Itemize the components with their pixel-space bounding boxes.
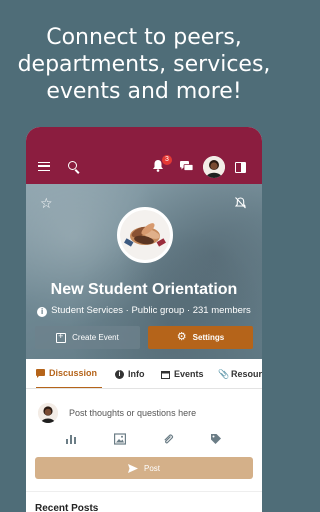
attachment-icon[interactable]	[162, 433, 174, 445]
promo-headline: Connect to peers, departments, services,…	[0, 24, 288, 105]
post-input[interactable]: Post thoughts or questions here	[69, 408, 196, 418]
group-avatar	[117, 207, 173, 263]
poll-icon[interactable]	[65, 433, 77, 445]
image-icon[interactable]	[114, 433, 127, 445]
settings-label: Settings	[192, 333, 225, 342]
chat-icon[interactable]	[180, 161, 193, 172]
headline-line-2: departments, services,	[17, 52, 271, 77]
group-visibility: Public group	[131, 305, 185, 316]
tab-resources[interactable]: 📎 Resources	[218, 359, 262, 388]
group-members[interactable]: 231 members	[193, 305, 251, 316]
send-icon	[127, 463, 138, 473]
headline-line-1: Connect to peers,	[46, 25, 242, 50]
menu-icon[interactable]	[38, 162, 50, 171]
calendar-icon	[161, 370, 170, 379]
tab-label: Events	[174, 369, 204, 379]
bell-off-icon[interactable]	[235, 197, 246, 209]
tab-discussion[interactable]: Discussion	[36, 359, 102, 388]
group-meta: i Student Services · Public group · 231 m…	[26, 305, 262, 317]
create-event-label: Create Event	[72, 333, 119, 342]
paperclip-icon: 📎	[218, 368, 230, 379]
post-button-label: Post	[143, 463, 160, 473]
group-tabs: Discussion i Info Events 📎 Resources	[26, 359, 262, 389]
group-title: New Student Orientation	[50, 281, 238, 298]
info-icon[interactable]: i	[37, 307, 48, 317]
avatar[interactable]	[203, 156, 225, 178]
tag-icon[interactable]	[210, 433, 222, 445]
panel-icon[interactable]	[235, 162, 246, 173]
tab-label: Info	[128, 369, 145, 379]
recent-posts-heading: Recent Posts	[35, 503, 99, 512]
create-event-button[interactable]: Create Event	[35, 326, 140, 349]
info-icon: i	[115, 369, 124, 379]
tab-label: Resources	[231, 369, 262, 379]
post-button[interactable]: Post	[35, 457, 253, 479]
discussion-icon	[36, 368, 45, 378]
settings-button[interactable]: ⚙ Settings	[148, 326, 253, 349]
meta-separator: ·	[125, 305, 129, 316]
tab-label: Discussion	[49, 368, 98, 378]
phone-screen: 3 ☆ New Student Orientation i Student Se…	[26, 127, 262, 512]
star-icon[interactable]: ☆	[40, 196, 53, 210]
calendar-add-icon	[56, 331, 67, 343]
group-department[interactable]: Student Services	[51, 305, 123, 316]
gear-icon: ⚙	[176, 331, 187, 343]
post-composer: Post thoughts or questions here Post	[26, 397, 262, 492]
meta-separator: ·	[186, 305, 191, 316]
tab-events[interactable]: Events	[161, 359, 204, 388]
tab-info[interactable]: i Info	[115, 359, 145, 388]
notification-badge: 3	[162, 155, 172, 165]
search-icon[interactable]	[68, 161, 77, 170]
app-top-bar: 3	[26, 127, 262, 184]
headline-line-3: events and more!	[46, 79, 242, 104]
avatar	[38, 403, 58, 423]
